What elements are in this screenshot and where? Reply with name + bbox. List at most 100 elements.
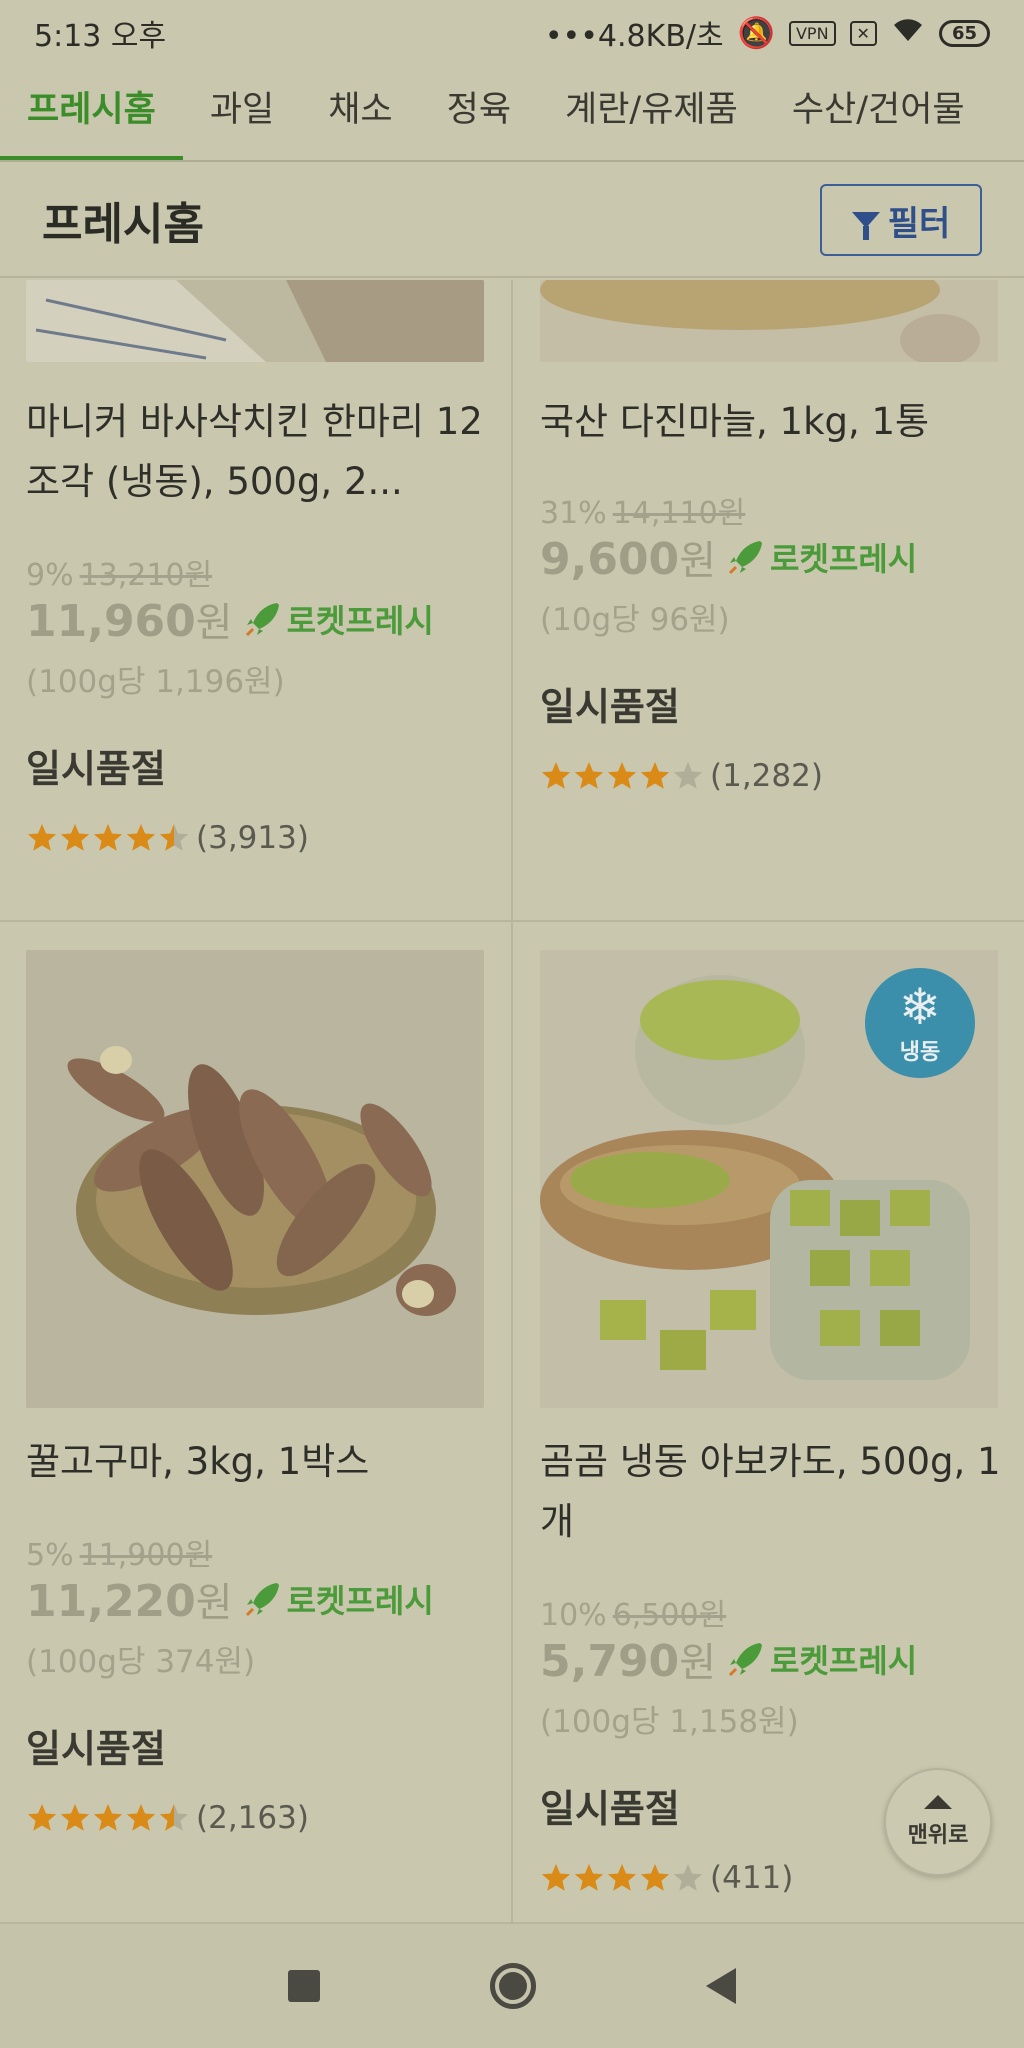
star-full-icon [27, 824, 57, 851]
star-full-icon [541, 1864, 571, 1891]
unit-price: (10g당 96원) [540, 602, 730, 638]
star-rating [540, 760, 704, 792]
rocket-fresh-badge: 로켓프레시 [243, 596, 434, 642]
snowflake-icon: ❄ [899, 978, 941, 1036]
product-card-garlic[interactable]: 국산 다진마늘, 1kg, 1통 31% 14,110원 9,600원 로켓프레시… [540, 280, 1024, 920]
row-divider [0, 920, 1024, 922]
product-card-chicken[interactable]: 마니커 바사삭치킨 한마리 12조각 (냉동), 500g, 2... 9% 13… [26, 280, 516, 920]
star-full-icon [607, 1864, 637, 1891]
scroll-top-button[interactable]: 맨위로 [884, 1768, 992, 1876]
rocket-fresh-badge: 로켓프레시 [726, 534, 917, 580]
tab-meat[interactable]: 정육 [420, 66, 538, 160]
unit-price: (100g당 1,158원) [540, 1704, 799, 1740]
unit-price: (100g당 374원) [26, 1644, 256, 1680]
bell-muted-icon: 🔕 [737, 15, 775, 51]
scroll-top-label: 맨위로 [907, 1823, 969, 1848]
price-row: 5,790원 로켓프레시 [540, 1630, 917, 1688]
star-full-icon [93, 1804, 123, 1831]
page-header: 프레시홈 필터 [0, 164, 1024, 278]
battery-icon: 65 [938, 19, 990, 47]
star-empty-icon [673, 1864, 703, 1891]
home-button[interactable] [490, 1963, 536, 2009]
rating: (3,913) [26, 820, 309, 856]
status-icons: •••4.8KB/초 🔕 VPN ✕ 65 [545, 11, 990, 55]
star-full-icon [640, 1864, 670, 1891]
recent-apps-button[interactable] [288, 1970, 320, 2002]
sold-out-label: 일시품절 [26, 747, 166, 791]
tab-vegetables[interactable]: 채소 [301, 66, 419, 160]
star-full-icon [126, 1804, 156, 1831]
original-price: 9% 13,210원 [26, 558, 213, 593]
filter-button[interactable]: 필터 [820, 184, 982, 256]
sale-price: 5,790원 [540, 1636, 716, 1687]
product-card-sweet-potato[interactable]: 꿀고구마, 3kg, 1박스 5% 11,900원 11,220원 로켓프레시 (… [26, 950, 516, 1922]
sold-out-label: 일시품절 [540, 1787, 680, 1831]
star-full-icon [541, 762, 571, 789]
star-full-icon [574, 1864, 604, 1891]
star-empty-icon [673, 762, 703, 789]
sale-price: 9,600원 [540, 534, 716, 585]
product-image-chicken[interactable] [26, 280, 484, 362]
product-name[interactable]: 국산 다진마늘, 1kg, 1통 [540, 392, 1010, 452]
star-full-icon [607, 762, 637, 789]
price-row: 11,960원 로켓프레시 [26, 590, 434, 648]
unit-price: (100g당 1,196원) [26, 664, 285, 700]
product-image-sweet-potato[interactable] [26, 950, 484, 1408]
star-full-icon [640, 762, 670, 789]
tab-fruit[interactable]: 과일 [183, 66, 301, 160]
tab-seafood[interactable]: 수산/건어물 [765, 66, 992, 160]
sim-off-icon: ✕ [849, 20, 877, 46]
arrow-up-icon [924, 1795, 952, 1809]
sold-out-label: 일시품절 [540, 685, 680, 729]
page-title: 프레시홈 [42, 199, 204, 250]
rocket-icon [245, 1583, 279, 1617]
star-full-icon [574, 762, 604, 789]
review-count: (1,282) [710, 758, 823, 794]
product-name[interactable]: 꿀고구마, 3kg, 1박스 [26, 1432, 496, 1492]
star-rating [26, 1802, 190, 1834]
rocket-icon [245, 603, 279, 637]
filter-icon [851, 212, 880, 240]
rating: (2,163) [26, 1800, 309, 1836]
original-price: 5% 11,900원 [26, 1538, 213, 1573]
review-count: (3,913) [196, 820, 309, 856]
price-row: 11,220원 로켓프레시 [26, 1570, 434, 1628]
product-image-garlic[interactable] [540, 280, 998, 362]
tab-fresh-home[interactable]: 프레시홈 [0, 66, 183, 160]
star-full-icon [126, 824, 156, 851]
sold-out-label: 일시품절 [26, 1727, 166, 1771]
star-rating [540, 1862, 704, 1894]
star-full-icon [60, 1804, 90, 1831]
sale-price: 11,220원 [26, 1576, 233, 1627]
frozen-badge: ❄ 냉동 [865, 968, 975, 1078]
original-price: 31% 14,110원 [540, 496, 746, 531]
vpn-icon: VPN [788, 20, 836, 46]
rocket-fresh-badge: 로켓프레시 [726, 1636, 917, 1682]
product-name[interactable]: 곰곰 냉동 아보카도, 500g, 1개 [540, 1432, 1010, 1552]
rating: (1,282) [540, 758, 823, 794]
network-speed: •••4.8KB/초 [544, 19, 724, 54]
category-tabs: 프레시홈 과일 채소 정육 계란/유제품 수산/건어물 [0, 66, 1024, 162]
rating: (411) [540, 1860, 793, 1896]
review-count: (2,163) [196, 1800, 309, 1836]
review-count: (411) [710, 1860, 794, 1896]
filter-label: 필터 [887, 204, 951, 243]
system-nav-bar [0, 1922, 1024, 2048]
status-time: 5:13 오후 [34, 19, 167, 54]
rocket-fresh-badge: 로켓프레시 [243, 1576, 434, 1622]
star-full-icon [60, 824, 90, 851]
product-grid: 마니커 바사삭치킨 한마리 12조각 (냉동), 500g, 2... 9% 13… [0, 280, 1024, 1922]
price-row: 9,600원 로켓프레시 [540, 528, 917, 586]
rocket-icon [728, 541, 762, 575]
product-name[interactable]: 마니커 바사삭치킨 한마리 12조각 (냉동), 500g, 2... [26, 392, 496, 512]
back-button[interactable] [706, 1968, 736, 2004]
rocket-icon [728, 1643, 762, 1677]
tab-eggs-dairy[interactable]: 계란/유제품 [538, 66, 765, 160]
status-bar: 5:13 오후 •••4.8KB/초 🔕 VPN ✕ 65 [0, 0, 1024, 66]
original-price: 10% 6,500원 [540, 1598, 727, 1633]
star-half-icon [159, 824, 189, 851]
wifi-icon [891, 16, 925, 51]
sale-price: 11,960원 [26, 596, 233, 647]
star-rating [26, 822, 190, 854]
star-full-icon [93, 824, 123, 851]
